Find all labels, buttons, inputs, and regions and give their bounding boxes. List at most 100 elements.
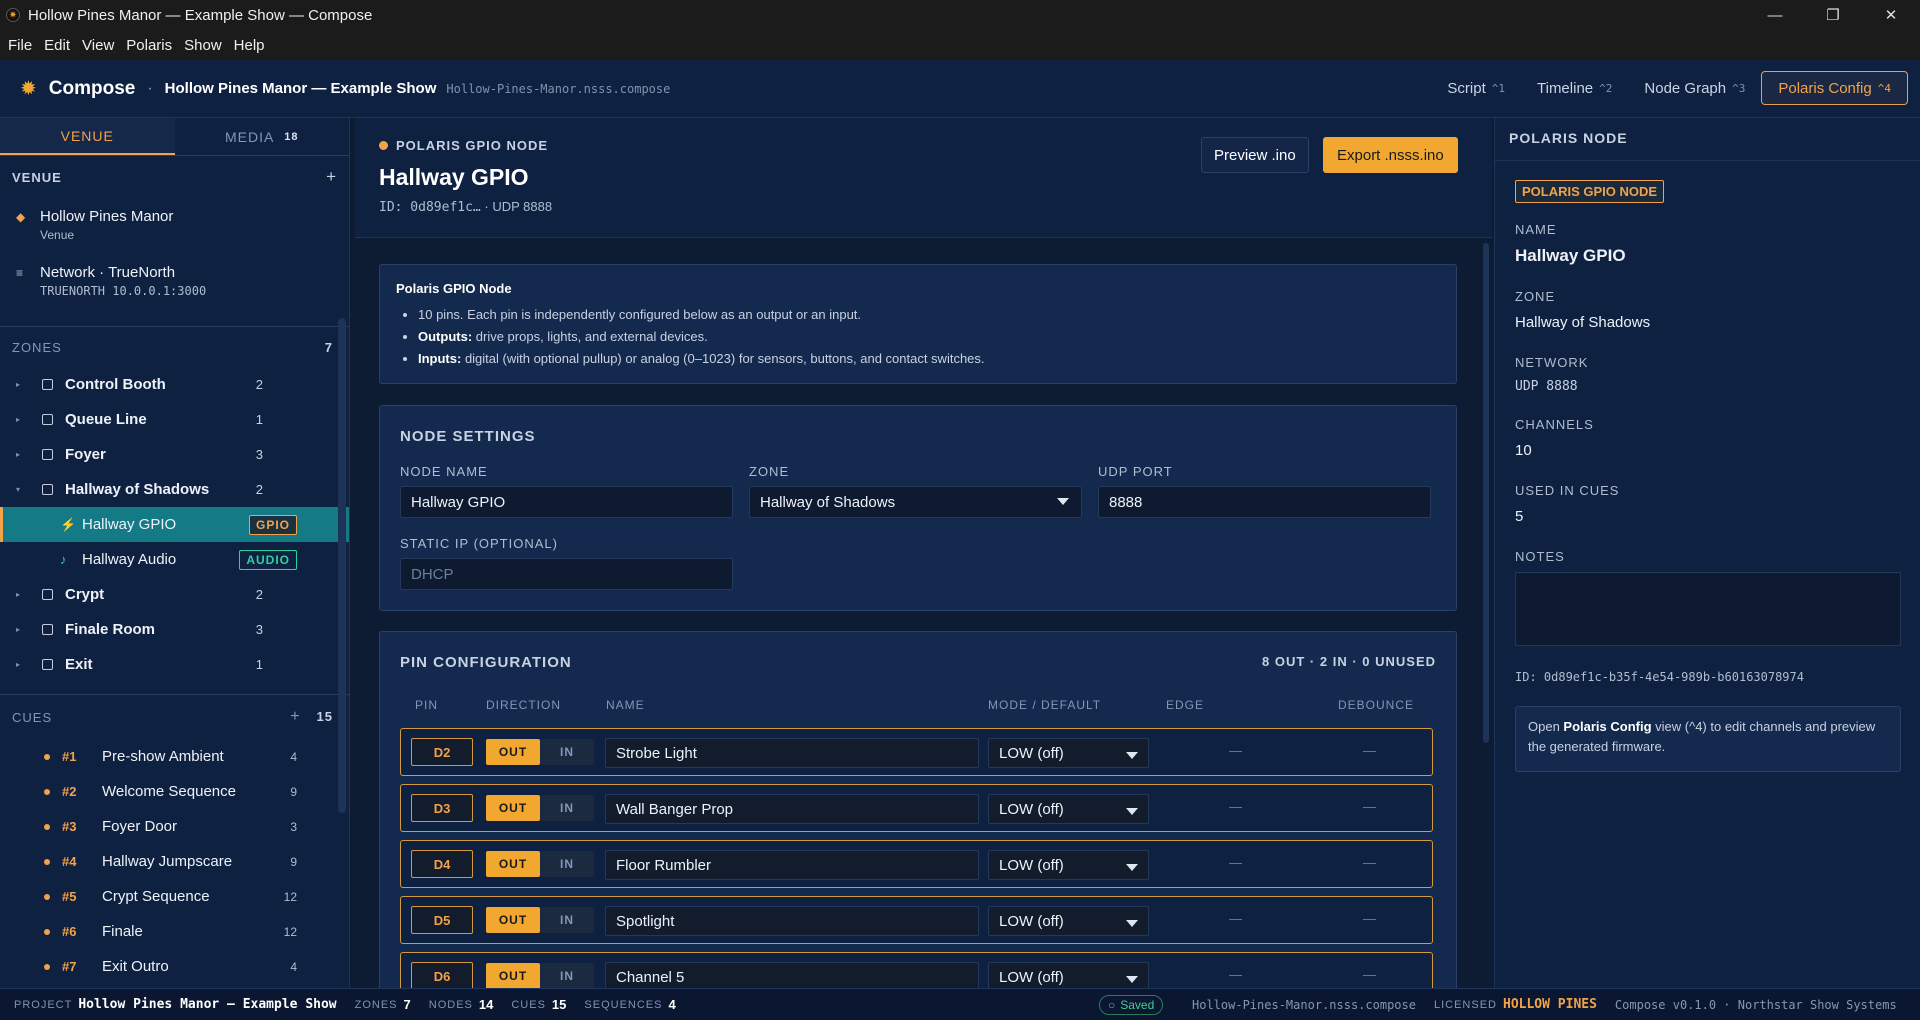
- main-scrollbar[interactable]: [1483, 243, 1489, 743]
- sidebar-scrollbar[interactable]: [338, 318, 346, 813]
- tab-media[interactable]: MEDIA 18: [175, 118, 350, 155]
- menu-view[interactable]: View: [76, 37, 120, 54]
- cue-item[interactable]: #4 Hallway Jumpscare 9: [0, 844, 349, 879]
- pin-id: D2: [411, 738, 473, 766]
- chevron-right-icon[interactable]: ▸: [16, 625, 28, 634]
- debounce-value: —: [1363, 855, 1376, 870]
- venue-heading: VENUE: [12, 169, 62, 185]
- chevron-right-icon[interactable]: ▸: [16, 450, 28, 459]
- venue-item-hollow-pines[interactable]: ◆ Hollow Pines Manor Venue: [0, 208, 349, 264]
- pin-name-input[interactable]: Floor Rumbler: [605, 850, 979, 880]
- status-file: Hollow-Pines-Manor.nsss.compose: [1192, 997, 1416, 1012]
- zone-label: ZONE: [749, 464, 790, 479]
- zone-queue-line[interactable]: ▸ Queue Line 1: [0, 402, 349, 437]
- cue-item[interactable]: #1 Pre-show Ambient 4: [0, 739, 349, 774]
- cue-item[interactable]: #2 Welcome Sequence 9: [0, 774, 349, 809]
- node-name-input[interactable]: Hallway GPIO: [400, 486, 733, 518]
- channels-value: 10: [1515, 442, 1532, 459]
- zone-checkbox[interactable]: [42, 624, 53, 635]
- direction-out-button[interactable]: OUT: [486, 907, 540, 933]
- pin-id: D6: [411, 962, 473, 988]
- maximize-button[interactable]: ❐: [1804, 0, 1862, 30]
- zone-checkbox[interactable]: [42, 449, 53, 460]
- pin-mode-select[interactable]: LOW (off): [988, 906, 1149, 936]
- close-button[interactable]: ✕: [1862, 0, 1920, 30]
- zone-exit[interactable]: ▸ Exit 1: [0, 647, 349, 682]
- pin-mode-select[interactable]: LOW (off): [988, 794, 1149, 824]
- cue-item[interactable]: #6 Finale 12: [0, 914, 349, 949]
- zone-select[interactable]: Hallway of Shadows: [749, 486, 1082, 518]
- cue-name: Foyer Door: [102, 818, 178, 835]
- static-ip-label: STATIC IP (OPTIONAL): [400, 536, 558, 551]
- col-name: NAME: [606, 698, 645, 712]
- zone-checkbox[interactable]: [42, 659, 53, 670]
- saved-text: Saved: [1120, 998, 1155, 1012]
- node-udp: · UDP 8888: [484, 199, 553, 214]
- zone-checkbox[interactable]: [42, 414, 53, 425]
- menu-file[interactable]: File: [2, 37, 38, 54]
- pin-mode-value: LOW (off): [999, 968, 1064, 986]
- pin-name-input[interactable]: Channel 5: [605, 962, 979, 988]
- menu-help[interactable]: Help: [228, 37, 271, 54]
- venue-item-network[interactable]: ≡ Network · TrueNorth TRUENORTH 10.0.0.1…: [0, 264, 349, 320]
- chevron-down-icon[interactable]: ▾: [16, 485, 28, 494]
- direction-out-button[interactable]: OUT: [486, 851, 540, 877]
- view-node-graph[interactable]: Node Graph ^3: [1628, 71, 1761, 105]
- direction-in-button[interactable]: IN: [540, 907, 594, 933]
- minimize-button[interactable]: —: [1746, 0, 1804, 30]
- chevron-right-icon[interactable]: ▸: [16, 590, 28, 599]
- show-file: Hollow-Pines-Manor.nsss.compose: [446, 81, 671, 96]
- node-settings-title: NODE SETTINGS: [400, 428, 536, 445]
- cue-dot: [44, 963, 50, 970]
- notes-textarea[interactable]: [1515, 572, 1901, 646]
- udp-port-input[interactable]: 8888: [1098, 486, 1431, 518]
- tab-venue[interactable]: VENUE: [0, 118, 175, 155]
- export-ino-button[interactable]: Export .nsss.ino: [1323, 137, 1458, 173]
- node-hallway-gpio[interactable]: ⚡ Hallway GPIO GPIO: [0, 507, 349, 542]
- info-line: 10 pins. Each pin is independently confi…: [418, 304, 1440, 326]
- cue-item[interactable]: #5 Crypt Sequence 12: [0, 879, 349, 914]
- pin-mode-select[interactable]: LOW (off): [988, 850, 1149, 880]
- chevron-right-icon[interactable]: ▸: [16, 415, 28, 424]
- view-switcher: Script ^1 Timeline ^2 Node Graph ^3 Polaris…: [1431, 71, 1908, 105]
- zone-checkbox[interactable]: [42, 484, 53, 495]
- zone-finale-room[interactable]: ▸ Finale Room 3: [0, 612, 349, 647]
- view-timeline[interactable]: Timeline ^2: [1521, 71, 1628, 105]
- zone-control-booth[interactable]: ▸ Control Booth 2: [0, 367, 349, 402]
- view-polaris-config[interactable]: Polaris Config ^4: [1761, 71, 1908, 105]
- menu-show[interactable]: Show: [178, 37, 228, 54]
- zone-foyer[interactable]: ▸ Foyer 3: [0, 437, 349, 472]
- zone-crypt[interactable]: ▸ Crypt 2: [0, 577, 349, 612]
- chevron-down-icon: [1126, 864, 1138, 871]
- pin-name-input[interactable]: Wall Banger Prop: [605, 794, 979, 824]
- chevron-right-icon[interactable]: ▸: [16, 380, 28, 389]
- view-script[interactable]: Script ^1: [1431, 71, 1521, 105]
- static-ip-input[interactable]: DHCP: [400, 558, 733, 590]
- preview-ino-button[interactable]: Preview .ino: [1201, 137, 1309, 173]
- menu-edit[interactable]: Edit: [38, 37, 76, 54]
- direction-out-button[interactable]: OUT: [486, 739, 540, 765]
- node-type-badge: POLARIS GPIO NODE: [1515, 180, 1665, 203]
- node-hallway-audio[interactable]: ♪ Hallway Audio AUDIO: [0, 542, 349, 577]
- pin-mode-select[interactable]: LOW (off): [988, 738, 1149, 768]
- menu-polaris[interactable]: Polaris: [120, 37, 178, 54]
- pin-name-input[interactable]: Strobe Light: [605, 738, 979, 768]
- add-venue-button[interactable]: +: [326, 167, 337, 187]
- cue-item[interactable]: #7 Exit Outro 4: [0, 949, 349, 984]
- node-full-id: ID: 0d89ef1c-b35f-4e54-989b-b60163078974: [1515, 670, 1804, 684]
- add-cue-button[interactable]: +: [290, 708, 300, 725]
- direction-out-button[interactable]: OUT: [486, 795, 540, 821]
- direction-in-button[interactable]: IN: [540, 739, 594, 765]
- zone-checkbox[interactable]: [42, 379, 53, 390]
- zone-checkbox[interactable]: [42, 589, 53, 600]
- direction-in-button[interactable]: IN: [540, 851, 594, 877]
- main-panel: POLARIS GPIO NODE Hallway GPIO ID: 0d89e…: [355, 118, 1492, 988]
- direction-in-button[interactable]: IN: [540, 795, 594, 821]
- zone-hallway-of-shadows[interactable]: ▾ Hallway of Shadows 2: [0, 472, 349, 507]
- direction-in-button[interactable]: IN: [540, 963, 594, 988]
- pin-mode-select[interactable]: LOW (off): [988, 962, 1149, 988]
- chevron-right-icon[interactable]: ▸: [16, 660, 28, 669]
- cue-item[interactable]: #3 Foyer Door 3: [0, 809, 349, 844]
- pin-name-input[interactable]: Spotlight: [605, 906, 979, 936]
- direction-out-button[interactable]: OUT: [486, 963, 540, 988]
